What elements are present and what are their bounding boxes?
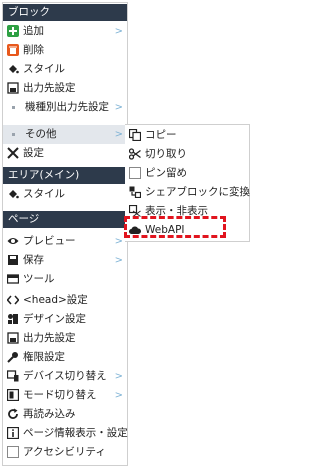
section-header-page: ページ <box>3 211 127 228</box>
design-icon <box>8 314 18 324</box>
submenu-item-copy[interactable]: コピー <box>125 126 249 145</box>
save-icon <box>8 255 18 265</box>
menu-item-preview[interactable]: プレビュー > <box>3 232 127 251</box>
submenu-item-pin[interactable]: ピン留め <box>125 164 249 183</box>
menu-item-page-info[interactable]: ページ情報表示・設定 <box>3 424 128 443</box>
menu-item-device-output[interactable]: 機種別出力先設定 > <box>3 98 127 117</box>
menu-item-reload[interactable]: 再読み込み <box>3 405 127 424</box>
menu-item-label: ページ情報表示・設定 <box>23 427 128 439</box>
reload-icon <box>8 408 18 419</box>
eye-icon <box>7 238 19 244</box>
menu-item-area-style[interactable]: スタイル <box>3 185 127 204</box>
menu-item-mode-switch[interactable]: モード切り替え > <box>3 386 127 405</box>
menu-item-save[interactable]: 保存 > <box>3 251 127 270</box>
paint-bucket-icon <box>9 65 19 74</box>
submenu-item-share-block[interactable]: シェアブロックに変換 <box>125 183 250 202</box>
submenu-arrow-icon: > <box>114 129 123 140</box>
menu-item-accessibility[interactable]: アクセシビリティ <box>3 443 127 462</box>
menu-item-tools[interactable]: ツール <box>3 270 127 289</box>
menu-item-device-switch[interactable]: デバイス切り替え > <box>3 367 127 386</box>
output-icon <box>7 82 19 94</box>
menu-item-head-settings[interactable]: <head>設定 <box>3 291 127 310</box>
wrench-cross-icon <box>7 147 19 159</box>
add-icon <box>7 25 19 37</box>
output-icon <box>7 332 19 344</box>
toolbar-icon <box>7 274 19 284</box>
devices-icon <box>7 370 19 382</box>
menu-item-design[interactable]: デザイン設定 <box>3 310 127 329</box>
submenu-item-label: コピー <box>145 129 177 141</box>
menu-item-add[interactable]: 追加 > <box>3 22 127 41</box>
code-icon <box>7 295 19 305</box>
menu-item-other[interactable]: その他 > <box>3 125 127 144</box>
checkbox-icon <box>129 167 141 179</box>
submenu-arrow-icon: > <box>114 390 123 401</box>
submenu-item-label: ピン留め <box>145 167 187 179</box>
menu-item-label: デバイス切り替え <box>23 370 107 382</box>
mode-icon <box>7 389 19 401</box>
submenu-arrow-icon: > <box>114 255 123 266</box>
menu-item-permission[interactable]: 権限設定 <box>3 348 127 367</box>
menu-item-page-output[interactable]: 出力先設定 <box>3 329 127 348</box>
scissors-icon <box>129 148 141 160</box>
menu-item-label: デザイン設定 <box>23 313 86 325</box>
menu-item-label: 出力先設定 <box>23 332 76 344</box>
paint-bucket-icon <box>9 190 19 199</box>
menu-item-label: その他 <box>25 128 57 140</box>
submenu-item-cut[interactable]: 切り取り <box>125 145 249 164</box>
submenu-arrow-icon: > <box>114 26 123 37</box>
submenu-arrow-icon: > <box>114 102 123 113</box>
menu-item-label: ツール <box>23 273 55 285</box>
menu-item-label: スタイル <box>23 63 65 75</box>
menu-item-label: 削除 <box>23 44 44 56</box>
section-header-block: ブロック <box>3 4 127 21</box>
menu-item-label: 権限設定 <box>23 351 65 363</box>
bullet-icon <box>12 133 15 136</box>
section-header-area: エリア(メイン) <box>3 167 127 184</box>
menu-item-label: <head>設定 <box>23 294 88 306</box>
submenu-item-label: シェアブロックに変換 <box>145 186 250 198</box>
menu-item-style[interactable]: スタイル <box>3 60 127 79</box>
menu-item-output[interactable]: 出力先設定 <box>3 79 127 98</box>
menu-item-settings[interactable]: 設定 <box>3 144 127 163</box>
menu-item-label: 保存 <box>23 254 44 266</box>
submenu-arrow-icon: > <box>114 371 123 382</box>
info-icon <box>7 427 19 439</box>
menu-item-delete[interactable]: 削除 <box>3 41 127 60</box>
share-block-icon <box>129 186 141 198</box>
webapi-highlight-box <box>124 216 226 238</box>
trash-icon <box>7 44 19 56</box>
menu-item-label: アクセシビリティ <box>23 446 106 458</box>
menu-item-label: 機種別出力先設定 <box>25 101 109 113</box>
bullet-icon <box>12 106 15 109</box>
submenu-arrow-icon: > <box>114 236 123 247</box>
menu-item-label: 追加 <box>23 25 44 37</box>
submenu-item-label: 切り取り <box>145 148 187 160</box>
menu-item-label: 出力先設定 <box>23 82 76 94</box>
menu-item-label: プレビュー <box>23 235 76 247</box>
checkbox-icon <box>7 446 19 458</box>
copy-icon <box>129 129 141 141</box>
menu-item-label: 再読み込み <box>23 408 76 420</box>
key-icon <box>7 352 18 363</box>
menu-item-label: モード切り替え <box>23 389 97 401</box>
context-menu: ブロック 追加 > 削除 スタイル 出力先設定 機種別出力先設定 > その他 >… <box>2 2 128 466</box>
menu-item-label: 設定 <box>23 147 44 159</box>
menu-item-label: スタイル <box>23 188 65 200</box>
